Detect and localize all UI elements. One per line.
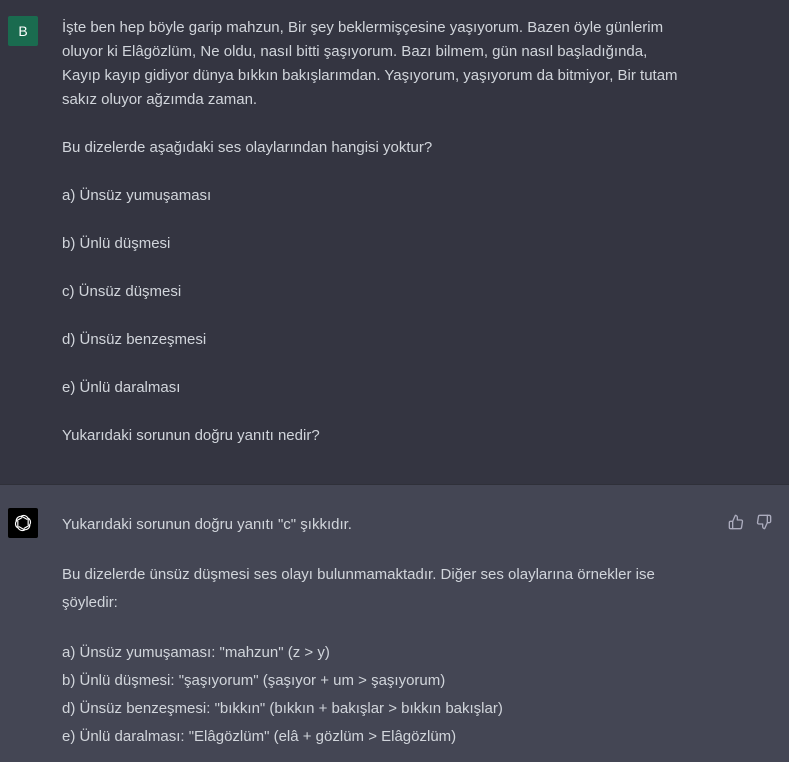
examples-list: a) Ünsüz yumuşaması: "mahzun" (z > y) b)… [62, 639, 742, 751]
assistant-message-text: Yukarıdaki sorunun doğru yanıtı "c" şıkk… [62, 511, 742, 751]
example-d: d) Ünsüz benzeşmesi: "bıkkın" (bıkkın + … [62, 700, 503, 717]
final-question: Yukarıdaki sorunun doğru yanıtı nedir? [62, 427, 320, 444]
user-message: B İşte ben hep böyle garip mahzun, Bir ş… [0, 0, 789, 485]
question-text: Bu dizelerde aşağıdaki ses olaylarından … [62, 139, 433, 156]
feedback-buttons [727, 513, 773, 531]
poem-line: oluyor ki Elâgözlüm, Ne oldu, nasıl bitt… [62, 43, 648, 60]
option-e: e) Ünlü daralması [62, 379, 181, 396]
poem-line: İşte ben hep böyle garip mahzun, Bir şey… [62, 19, 664, 36]
explanation-line: Bu dizelerde ünsüz düşmesi ses olayı bul… [62, 566, 655, 583]
user-message-text: İşte ben hep böyle garip mahzun, Bir şey… [62, 16, 742, 448]
thumbs-down-icon[interactable] [755, 513, 773, 531]
example-a: a) Ünsüz yumuşaması: "mahzun" (z > y) [62, 644, 330, 661]
option-d: d) Ünsüz benzeşmesi [62, 331, 207, 348]
poem-line: sakız oluyor ağzımda zaman. [62, 91, 258, 108]
explanation-line: şöyledir: [62, 594, 118, 611]
assistant-message: Yukarıdaki sorunun doğru yanıtı "c" şıkk… [0, 485, 789, 762]
option-c: c) Ünsüz düşmesi [62, 283, 182, 300]
user-avatar: B [8, 16, 38, 46]
option-a: a) Ünsüz yumuşaması [62, 187, 212, 204]
openai-logo-icon [8, 508, 38, 538]
option-b: b) Ünlü düşmesi [62, 235, 171, 252]
thumbs-up-icon[interactable] [727, 513, 745, 531]
answer-text: Yukarıdaki sorunun doğru yanıtı "c" şıkk… [62, 516, 352, 533]
example-e: e) Ünlü daralması: "Elâgözlüm" (elâ + gö… [62, 728, 457, 745]
poem-line: Kayıp kayıp gidiyor dünya bıkkın bakışla… [62, 67, 678, 84]
example-b: b) Ünlü düşmesi: "şaşıyorum" (şaşıyor + … [62, 672, 446, 689]
